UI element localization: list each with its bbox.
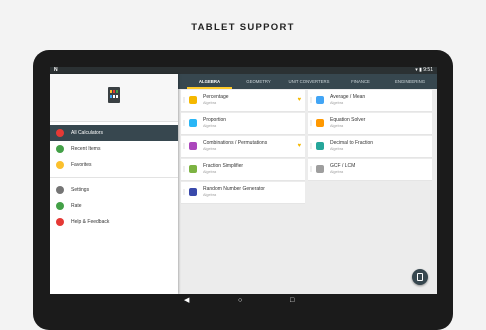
card-category: Algebra bbox=[330, 170, 344, 174]
drawer-item-favorites[interactable]: Favorites bbox=[50, 157, 178, 173]
drag-handle-icon[interactable] bbox=[310, 120, 312, 126]
card-title: Random Number Generator bbox=[203, 186, 265, 192]
drawer-item-label: Favorites bbox=[71, 162, 92, 168]
drag-handle-icon[interactable] bbox=[183, 143, 185, 149]
card-category: Algebra bbox=[203, 101, 217, 105]
status-clock: ▾ ▮ 9:51 bbox=[415, 67, 433, 73]
decimal-icon bbox=[316, 142, 324, 150]
card-title: Fraction Simplifier bbox=[203, 163, 244, 169]
play-store-icon bbox=[56, 202, 64, 210]
gear-icon bbox=[56, 186, 64, 194]
drawer-item-rate[interactable]: Rate bbox=[50, 198, 178, 214]
drawer-item-settings[interactable]: Settings bbox=[50, 182, 178, 198]
calculator-card-decimal-to-fraction[interactable]: Decimal to Fraction Algebra bbox=[308, 136, 432, 158]
clipboard-icon bbox=[316, 119, 324, 127]
card-category: Algebra bbox=[203, 147, 217, 151]
calculator-card-gcf-lcm[interactable]: GCF / LCM Algebra bbox=[308, 159, 432, 181]
status-bar: N ▾ ▮ 9:51 bbox=[50, 67, 437, 74]
favorite-heart-icon[interactable]: ♥ bbox=[297, 96, 301, 104]
drawer-item-label: Recent Items bbox=[71, 146, 101, 152]
drawer-item-all-calculators[interactable]: All Calculators bbox=[50, 125, 178, 141]
recents-icon[interactable]: □ bbox=[290, 297, 294, 305]
calculator-icon bbox=[417, 273, 423, 281]
card-title: Proportion bbox=[203, 117, 227, 123]
card-title: GCF / LCM bbox=[330, 163, 356, 169]
clock-icon bbox=[56, 145, 64, 153]
percentage-tag-icon bbox=[189, 96, 197, 104]
home-icon[interactable]: ○ bbox=[238, 297, 242, 305]
tab-finance[interactable]: FINANCE bbox=[338, 74, 383, 89]
card-title: Equation Solver bbox=[330, 117, 366, 123]
gcf-icon bbox=[316, 165, 324, 173]
card-category: Algebra bbox=[330, 147, 344, 151]
calculator-card-percentage[interactable]: Percentage Algebra ♥ bbox=[181, 90, 305, 112]
drag-handle-icon[interactable] bbox=[183, 120, 185, 126]
calculator-card-random-number-generator[interactable]: Random Number Generator Algebra bbox=[181, 182, 305, 204]
drawer-item-label: Settings bbox=[71, 187, 90, 193]
bar-chart-icon bbox=[316, 96, 324, 104]
card-title: Combinations / Permutations bbox=[203, 140, 268, 146]
heart-icon bbox=[56, 161, 64, 169]
card-category: Algebra bbox=[203, 124, 217, 128]
drawer-item-label: All Calculators bbox=[71, 130, 103, 136]
card-category: Algebra bbox=[203, 170, 217, 174]
shapes-icon bbox=[189, 142, 197, 150]
drawer-divider bbox=[50, 177, 178, 178]
drag-handle-icon[interactable] bbox=[310, 143, 312, 149]
system-nav-bar: ◀ ○ □ bbox=[50, 294, 437, 308]
calculator-fab[interactable] bbox=[412, 269, 428, 285]
app-logo-icon bbox=[108, 87, 120, 103]
drawer-item-label: Rate bbox=[71, 203, 82, 209]
drag-handle-icon[interactable] bbox=[183, 189, 185, 195]
tab-unit-converters[interactable]: UNIT CONVERTERS bbox=[284, 74, 334, 89]
tab-geometry[interactable]: GEOMETRY bbox=[236, 74, 281, 89]
drawer-item-recent-items[interactable]: Recent Items bbox=[50, 141, 178, 157]
drawer-header bbox=[50, 74, 178, 122]
card-category: Algebra bbox=[330, 124, 344, 128]
back-icon[interactable]: ◀ bbox=[184, 297, 189, 305]
calculator-card-fraction-simplifier[interactable]: Fraction Simplifier Algebra bbox=[181, 159, 305, 181]
drag-handle-icon[interactable] bbox=[183, 97, 185, 103]
calculator-card-proportion[interactable]: Proportion Algebra bbox=[181, 113, 305, 135]
card-category: Algebra bbox=[330, 101, 344, 105]
lifebuoy-icon bbox=[56, 218, 64, 226]
drag-handle-icon[interactable] bbox=[310, 166, 312, 172]
card-title: Percentage bbox=[203, 94, 229, 100]
drag-handle-icon[interactable] bbox=[183, 166, 185, 172]
proportion-icon bbox=[189, 119, 197, 127]
fraction-icon bbox=[189, 165, 197, 173]
calculator-card-average-mean[interactable]: Average / Mean Algebra bbox=[308, 90, 432, 112]
notification-icon: N bbox=[54, 67, 58, 73]
dice-icon bbox=[189, 188, 197, 196]
drawer-item-label: Help & Feedback bbox=[71, 219, 110, 225]
calculator-card-equation-solver[interactable]: Equation Solver Algebra bbox=[308, 113, 432, 135]
card-title: Decimal to Fraction bbox=[330, 140, 374, 146]
category-tabs: ALGEBRA GEOMETRY UNIT CONVERTERS FINANCE… bbox=[178, 74, 437, 89]
calculator-icon bbox=[56, 129, 64, 137]
tablet-screen: N ▾ ▮ 9:51 All Calculators Recent Items … bbox=[50, 67, 437, 294]
calculator-grid: Percentage Algebra ♥ Average / Mean Alge… bbox=[178, 89, 437, 294]
calculator-card-combinations-permutations[interactable]: Combinations / Permutations Algebra ♥ bbox=[181, 136, 305, 158]
drag-handle-icon[interactable] bbox=[310, 97, 312, 103]
favorite-heart-icon[interactable]: ♥ bbox=[297, 142, 301, 150]
drawer-item-help-feedback[interactable]: Help & Feedback bbox=[50, 214, 178, 230]
card-category: Algebra bbox=[203, 193, 217, 197]
card-title: Average / Mean bbox=[330, 94, 366, 100]
promo-headline: TABLET SUPPORT bbox=[191, 22, 295, 33]
tab-engineering[interactable]: ENGINEERING bbox=[386, 74, 434, 89]
navigation-drawer: All Calculators Recent Items Favorites S… bbox=[50, 74, 178, 294]
